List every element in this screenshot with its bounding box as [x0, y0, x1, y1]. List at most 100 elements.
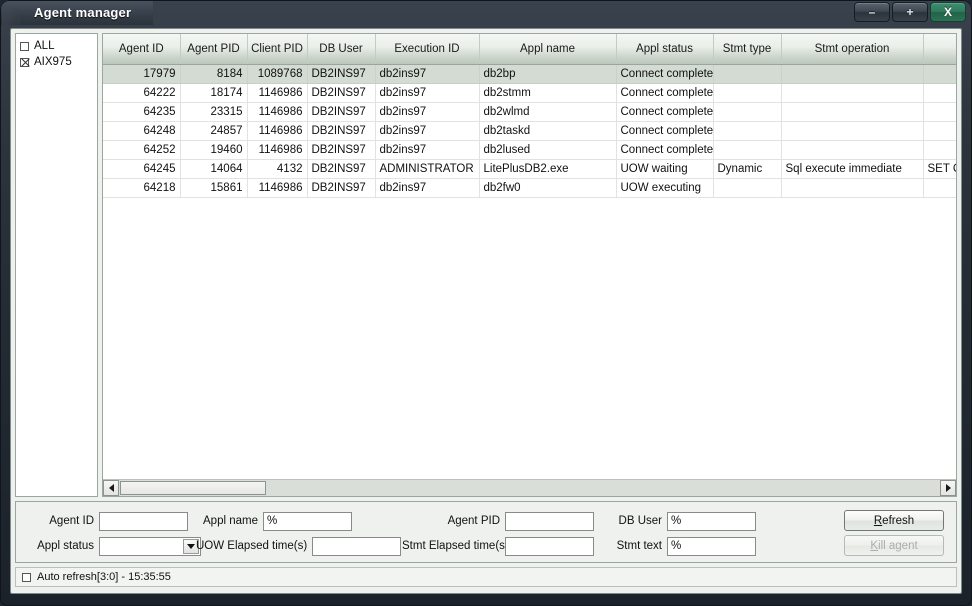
- table-cell: [713, 83, 782, 103]
- table-cell: [923, 178, 956, 198]
- status-bar: Auto refresh[3:0] - 15:35:55: [15, 567, 957, 587]
- table-cell: Connect completed: [616, 102, 714, 122]
- tree-item-all[interactable]: ALL: [20, 38, 95, 54]
- table-cell: [781, 121, 924, 141]
- uow-elapsed-input[interactable]: [312, 536, 401, 556]
- table-cell: db2ins97: [375, 83, 480, 103]
- upper-section: ALL AIX975 Agent ID Agent PID Client PID…: [11, 29, 961, 497]
- table-cell: 64245: [103, 159, 181, 179]
- horizontal-scrollbar[interactable]: [103, 479, 956, 496]
- instance-tree-panel[interactable]: ALL AIX975: [15, 33, 98, 497]
- column-header-db-user[interactable]: DB User: [307, 34, 376, 65]
- filter-stmt-text: Stmt text: [610, 536, 756, 556]
- table-cell: 4132: [247, 159, 308, 179]
- table-cell: UOW waiting: [616, 159, 714, 179]
- column-header-agent-id[interactable]: Agent ID: [103, 34, 181, 65]
- column-header-stmt-operation[interactable]: Stmt operation: [781, 34, 924, 65]
- table-cell: 15861: [180, 178, 248, 198]
- table-cell: 1146986: [247, 83, 308, 103]
- table-cell: [713, 121, 782, 141]
- table-cell: db2ins97: [375, 102, 480, 122]
- table-cell: 64248: [103, 121, 181, 141]
- table-cell: 24857: [180, 121, 248, 141]
- filter-label-stmt-text: Stmt text: [616, 540, 662, 552]
- filter-db-user: DB User: [610, 511, 756, 531]
- column-header-stmt-type[interactable]: Stmt type: [713, 34, 782, 65]
- table-cell: 14064: [180, 159, 248, 179]
- table-cell: 1146986: [247, 140, 308, 160]
- table-row[interactable]: 64252 19460 1146986 DB2INS97 db2ins97 db2luse…: [103, 140, 956, 160]
- agent-manager-window: Agent manager – + X ALL AIX975 Agent ID …: [0, 0, 972, 606]
- window-title: Agent manager: [1, 0, 154, 25]
- table-row[interactable]: 64235 23315 1146986 DB2INS97 db2ins97 db2wlmd…: [103, 102, 956, 122]
- kill-agent-button[interactable]: Kill agent: [844, 535, 944, 556]
- table-cell: 1089768: [247, 64, 308, 84]
- table-cell: [923, 64, 956, 84]
- filter-label-agent-id: Agent ID: [49, 515, 94, 527]
- column-header-client-pid[interactable]: Client PID: [247, 34, 308, 65]
- grid-scroll-area[interactable]: Agent ID Agent PID Client PID DB User Ex…: [103, 34, 956, 479]
- table-cell: DB2INS97: [307, 140, 376, 160]
- table-cell: LitePlusDB2.exe: [479, 159, 617, 179]
- maximize-button[interactable]: +: [892, 2, 928, 22]
- table-header-row: Agent ID Agent PID Client PID DB User Ex…: [103, 34, 956, 65]
- table-cell: db2stmm: [479, 83, 617, 103]
- auto-refresh-checkbox[interactable]: [22, 572, 31, 582]
- table-cell: 1146986: [247, 102, 308, 122]
- minimize-button[interactable]: –: [854, 2, 890, 22]
- table-cell: 23315: [180, 102, 248, 122]
- table-cell: 17979: [103, 64, 181, 84]
- column-header-appl-name[interactable]: Appl name: [479, 34, 617, 65]
- scrollbar-track[interactable]: [119, 480, 940, 496]
- stmt-elapsed-input[interactable]: [505, 536, 594, 556]
- checkbox-icon[interactable]: [20, 41, 29, 51]
- table-cell: 64218: [103, 178, 181, 198]
- appl-status-select[interactable]: [99, 536, 201, 556]
- table-cell: [923, 121, 956, 141]
- refresh-mnemonic: R: [873, 514, 883, 527]
- filter-appl-status: Appl status: [24, 536, 201, 556]
- agent-id-input[interactable]: [99, 511, 188, 531]
- filter-label-db-user: DB User: [618, 515, 662, 527]
- table-row[interactable]: 64248 24857 1146986 DB2INS97 db2ins97 db2task…: [103, 121, 956, 141]
- table-cell: Connect completed: [616, 140, 714, 160]
- table-cell: [781, 140, 924, 160]
- tree-item-aix975[interactable]: AIX975: [20, 54, 95, 70]
- table-cell: [781, 64, 924, 84]
- table-cell: db2ins97: [375, 64, 480, 84]
- scroll-right-button[interactable]: [940, 480, 956, 496]
- scroll-left-button[interactable]: [103, 480, 119, 496]
- tree-item-label: AIX975: [34, 56, 72, 68]
- table-cell: db2ins97: [375, 140, 480, 160]
- column-header-execution-id[interactable]: Execution ID: [375, 34, 480, 65]
- table-cell: [923, 83, 956, 103]
- table-cell: [781, 178, 924, 198]
- title-bar: Agent manager – + X: [0, 0, 972, 25]
- scrollbar-thumb[interactable]: [120, 481, 266, 495]
- table-cell: Connect completed: [616, 83, 714, 103]
- table-cell: db2ins97: [375, 178, 480, 198]
- table-row[interactable]: 17979 8184 1089768 DB2INS97 db2ins97 db2bp Con…: [103, 64, 956, 84]
- refresh-button[interactable]: Refresh: [844, 510, 944, 531]
- table-cell: [713, 178, 782, 198]
- table-cell: 8184: [180, 64, 248, 84]
- column-header-agent-pid[interactable]: Agent PID: [180, 34, 248, 65]
- checkbox-crossed-icon[interactable]: [20, 57, 29, 67]
- table-cell: [923, 102, 956, 122]
- client-area: ALL AIX975 Agent ID Agent PID Client PID…: [10, 28, 962, 594]
- db-user-input[interactable]: [667, 511, 756, 531]
- table-cell: DB2INS97: [307, 178, 376, 198]
- table-row[interactable]: 64222 18174 1146986 DB2INS97 db2ins97 db2stmm…: [103, 83, 956, 103]
- stmt-text-input[interactable]: [667, 536, 756, 556]
- table-row[interactable]: 64218 15861 1146986 DB2INS97 db2ins97 db2fw0 U…: [103, 178, 956, 198]
- table-cell: [781, 83, 924, 103]
- column-header-extra[interactable]: [923, 34, 956, 65]
- appl-name-input[interactable]: [263, 511, 352, 531]
- table-cell: DB2INS97: [307, 121, 376, 141]
- table-row[interactable]: 64245 14064 4132 DB2INS97 ADMINISTRATOR LiteP…: [103, 159, 956, 179]
- column-header-appl-status[interactable]: Appl status: [616, 34, 714, 65]
- table-cell: [713, 64, 782, 84]
- table-cell: db2ins97: [375, 121, 480, 141]
- close-button[interactable]: X: [930, 2, 966, 22]
- agent-pid-input[interactable]: [505, 511, 594, 531]
